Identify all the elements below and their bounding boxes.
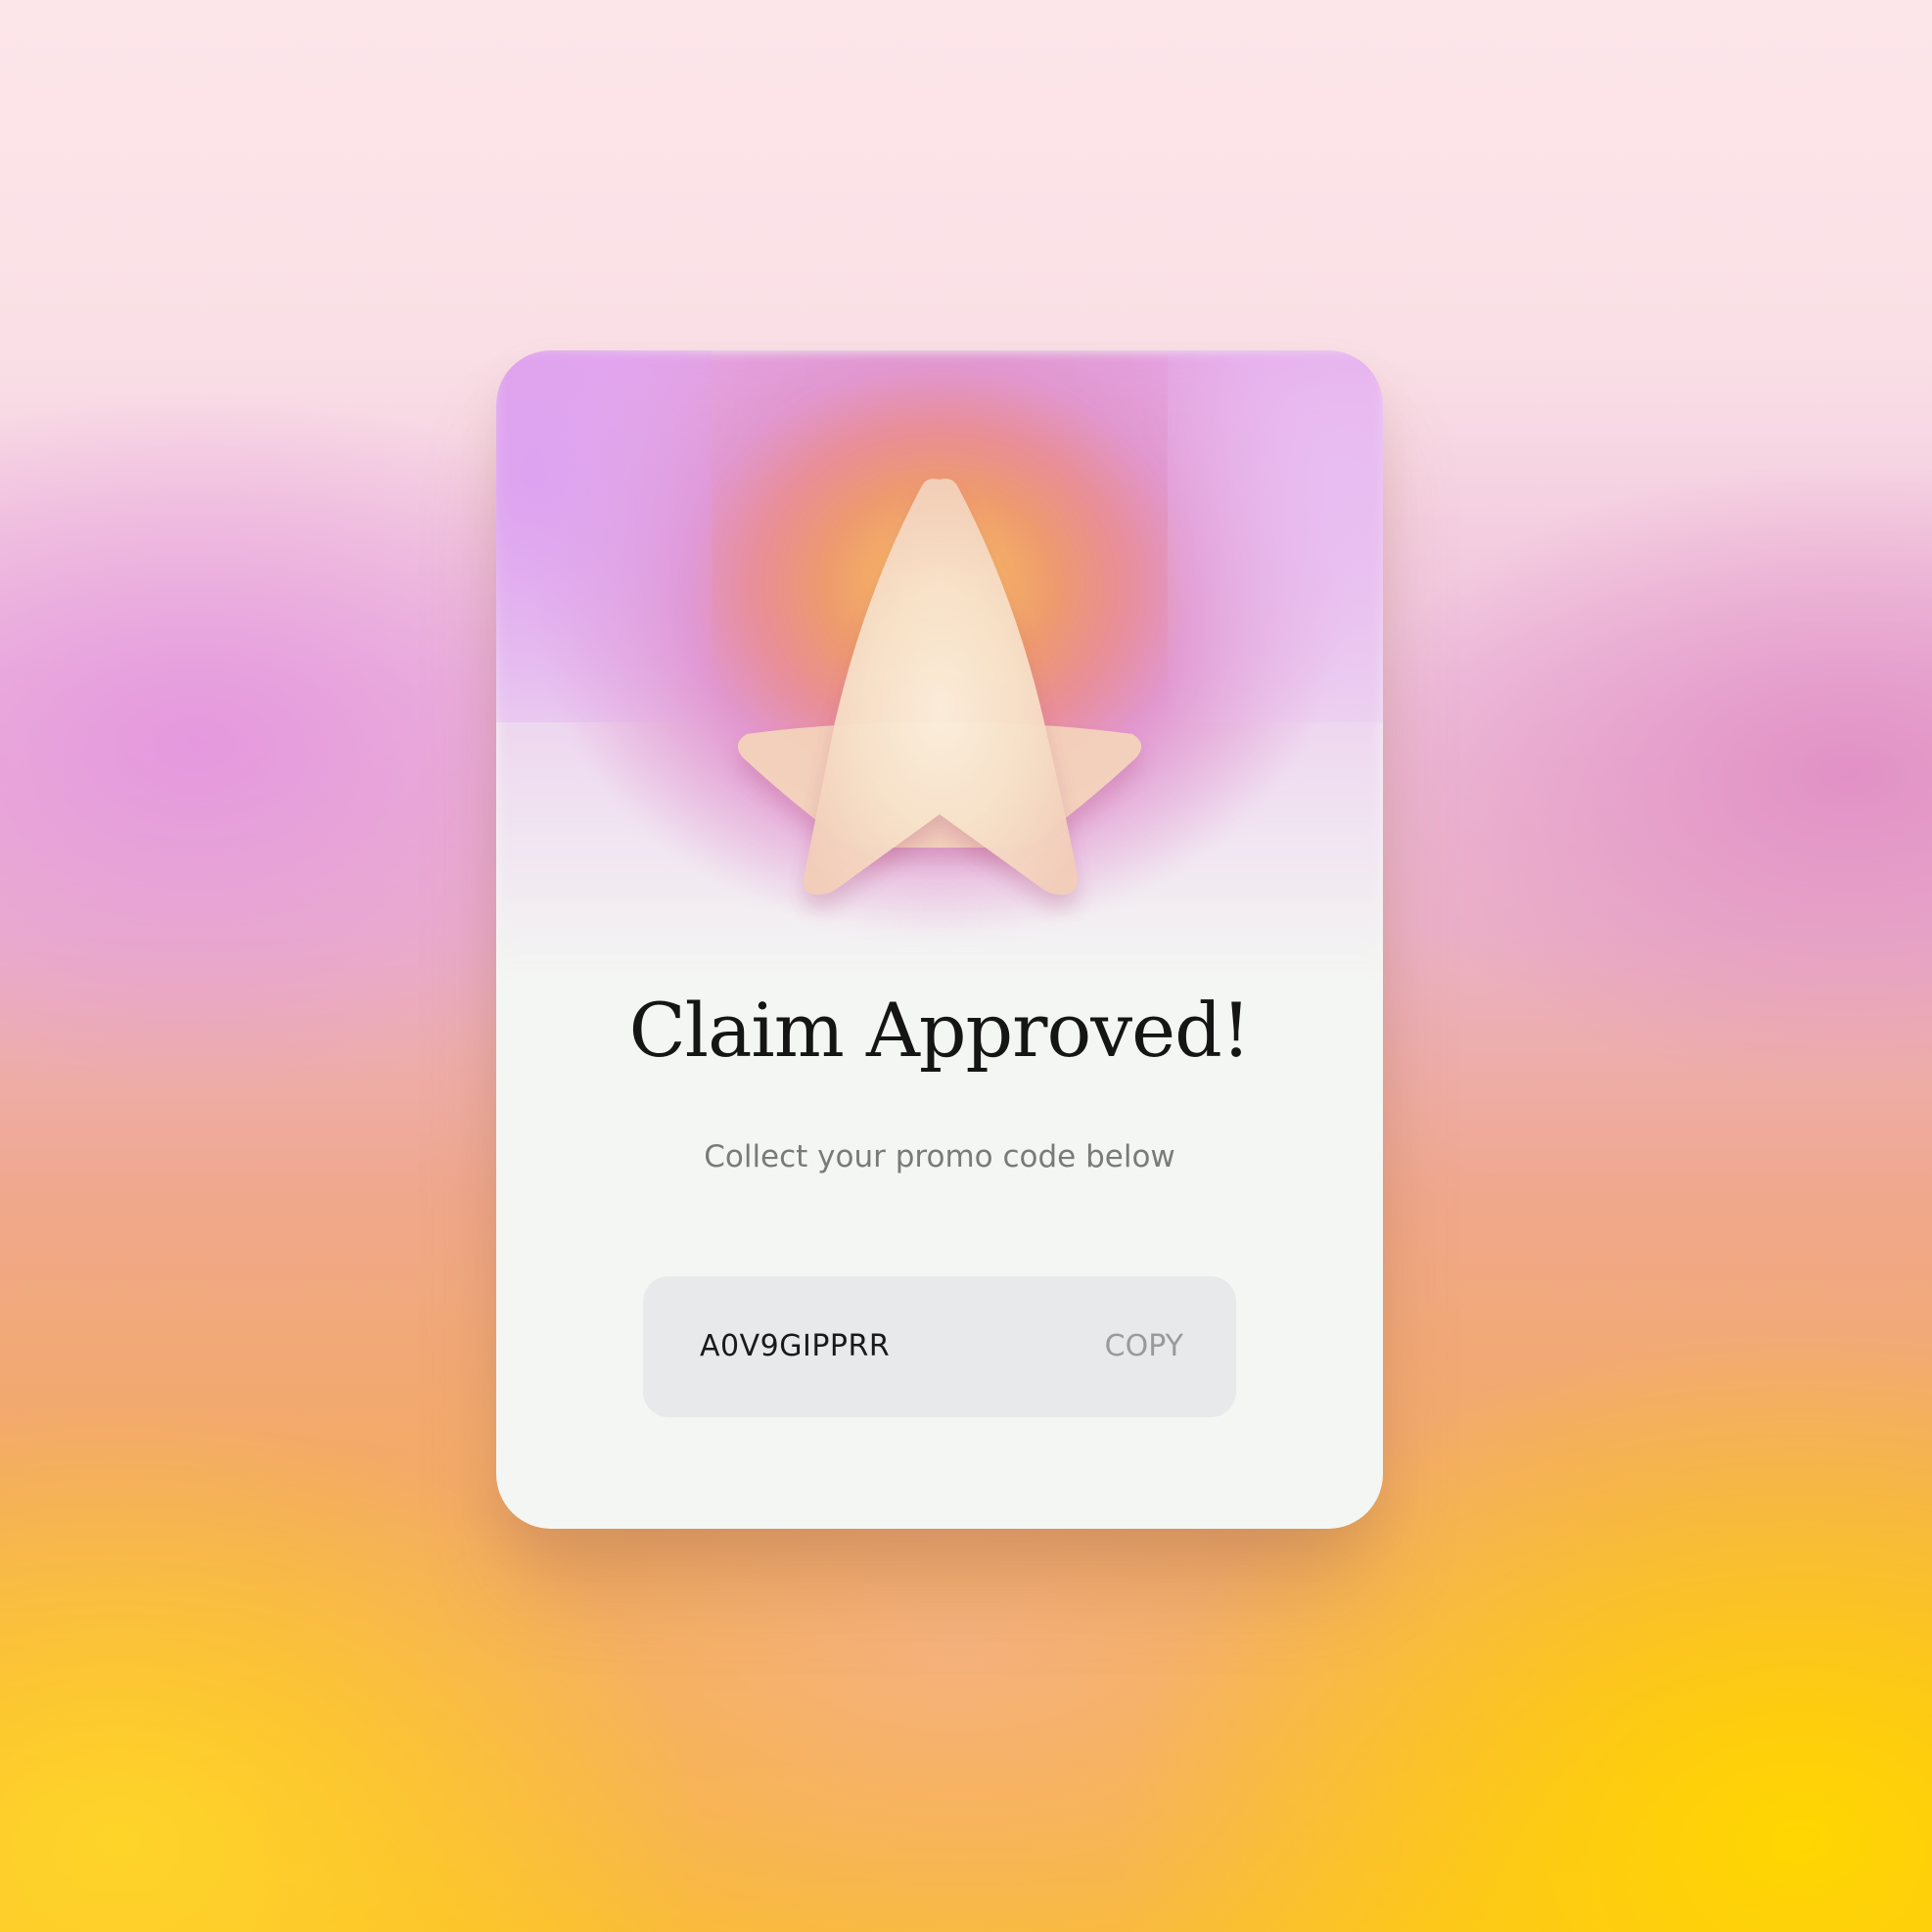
claim-approved-card: Claim Approved! Collect your promo code …	[496, 350, 1383, 1529]
promo-code-value[interactable]: A0V9GIPPRR	[700, 1276, 890, 1417]
card-glow-right	[1168, 350, 1383, 722]
subtitle: Collect your promo code below	[704, 1139, 1175, 1174]
promo-code-box: A0V9GIPPRR COPY	[643, 1276, 1236, 1417]
page-title: Claim Approved!	[628, 987, 1252, 1074]
card-glow-left	[496, 350, 712, 722]
copy-button[interactable]: COPY	[1105, 1276, 1183, 1417]
star-icon	[712, 468, 1168, 898]
